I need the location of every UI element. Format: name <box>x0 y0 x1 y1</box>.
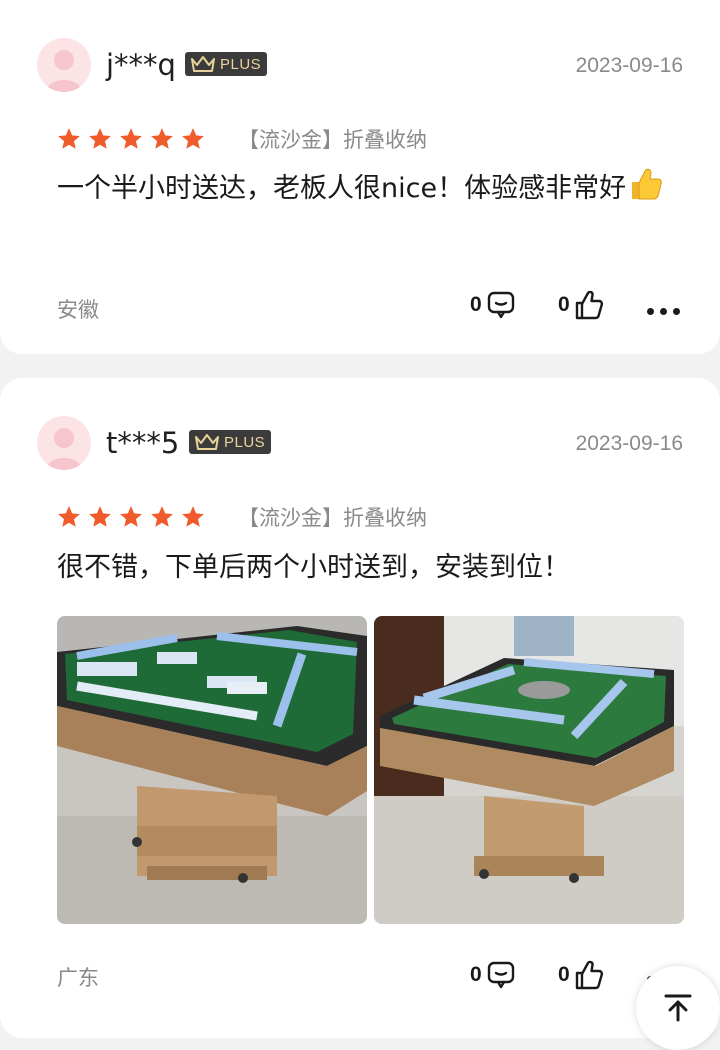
review-content[interactable]: 很不错，下单后两个小时送到，安装到位！ <box>57 544 687 592</box>
review-text: 很不错，下单后两个小时送到，安装到位！ <box>57 552 570 583</box>
star-icon <box>151 128 173 149</box>
comment-button[interactable]: 0 <box>470 960 516 990</box>
like-button[interactable]: 0 <box>558 959 604 991</box>
star-icon <box>89 128 111 149</box>
review-photo[interactable] <box>57 616 367 924</box>
like-button[interactable]: 0 <box>558 289 604 321</box>
mahjong-table-photo-1 <box>57 616 367 924</box>
dot-icon <box>647 308 654 315</box>
badge-label: PLUS <box>220 55 262 73</box>
arrow-up-icon <box>664 994 692 1022</box>
plus-badge: PLUS <box>185 52 268 76</box>
avatar[interactable] <box>37 38 91 92</box>
username[interactable]: t***5 <box>106 426 179 460</box>
like-count: 0 <box>558 963 570 986</box>
comment-count: 0 <box>470 963 482 986</box>
review-text: 一个半小时送达，老板人很nice！体验感非常好 <box>57 173 627 204</box>
review-content[interactable]: 一个半小时送达，老板人很nice！体验感非常好 <box>57 165 687 213</box>
review-card: t***5 PLUS 2023-09-16 【流沙金】折叠收纳 很不错，下单后两… <box>0 378 720 1038</box>
review-location: 安徽 <box>57 298 99 322</box>
like-count: 0 <box>558 293 570 316</box>
star-icon <box>151 506 173 527</box>
product-spec: 【流沙金】折叠收纳 <box>238 128 427 152</box>
plus-badge: PLUS <box>189 430 272 454</box>
mahjong-table-photo-2 <box>374 616 684 924</box>
comment-icon <box>487 291 514 319</box>
star-icon <box>120 506 142 527</box>
avatar[interactable] <box>37 416 91 470</box>
star-icon <box>89 506 111 527</box>
badge-label: PLUS <box>224 433 266 451</box>
comment-count: 0 <box>470 293 482 316</box>
product-spec: 【流沙金】折叠收纳 <box>238 506 427 530</box>
dot-icon <box>673 308 680 315</box>
review-photo[interactable] <box>374 616 684 924</box>
star-icon <box>58 506 80 527</box>
crown-icon <box>195 434 219 450</box>
thumbs-up-icon <box>575 290 603 320</box>
review-date: 2023-09-16 <box>575 432 683 455</box>
star-icon <box>182 506 204 527</box>
more-options-button[interactable] <box>647 308 680 315</box>
comment-button[interactable]: 0 <box>470 290 516 320</box>
thumbs-up-emoji-icon <box>632 168 662 200</box>
comment-icon <box>487 961 514 989</box>
star-icon <box>182 128 204 149</box>
star-icon <box>120 128 142 149</box>
star-rating <box>56 126 206 152</box>
back-to-top-button[interactable] <box>636 966 720 1050</box>
review-card: j***q PLUS 2023-09-16 【流沙金】折叠收纳 一个半小时送达，… <box>0 0 720 354</box>
dot-icon <box>660 308 667 315</box>
star-icon <box>58 128 80 149</box>
review-date: 2023-09-16 <box>575 54 683 77</box>
review-location: 广东 <box>57 966 99 990</box>
thumbs-up-icon <box>575 960 603 990</box>
star-rating <box>56 504 206 530</box>
username[interactable]: j***q <box>106 48 176 82</box>
crown-icon <box>191 56 215 72</box>
